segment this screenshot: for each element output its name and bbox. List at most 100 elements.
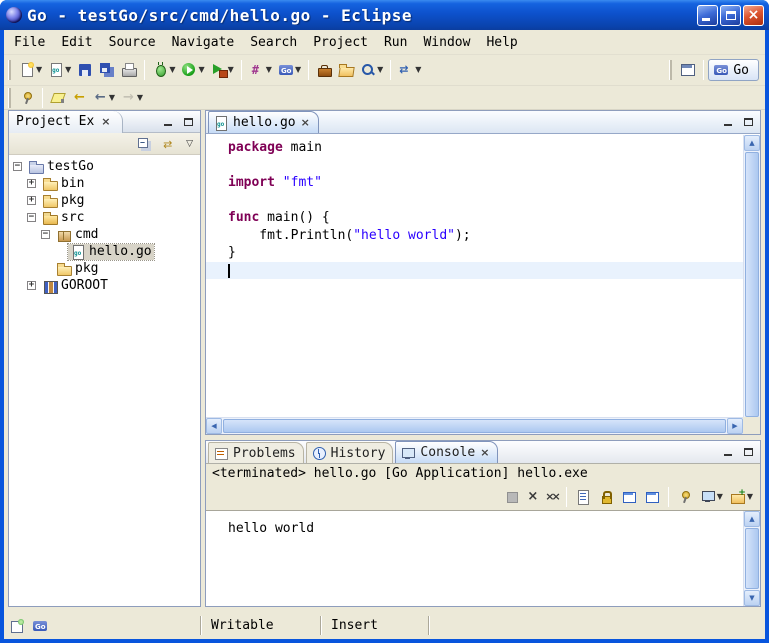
maximize-button[interactable] [720, 5, 741, 26]
go-perspective-button[interactable]: Go [708, 59, 759, 81]
minimize-editor-button[interactable] [719, 114, 737, 130]
menu-window[interactable]: Window [415, 32, 478, 53]
toolbar-grip[interactable] [8, 60, 11, 80]
tree-item-cmd[interactable]: −cmd [9, 226, 200, 243]
tree-item-src[interactable]: −src [9, 209, 200, 226]
last-edit-location-button[interactable]: ← [69, 88, 90, 108]
code-line[interactable]: import "fmt" [206, 174, 743, 192]
tab-history[interactable]: History [306, 442, 394, 463]
console-vertical-scrollbar[interactable]: ▲ ▼ [743, 511, 760, 606]
remove-all-terminated-button[interactable]: ×× [542, 488, 560, 506]
code-line[interactable]: func main() { [206, 209, 743, 227]
expand-toggle-icon[interactable]: + [27, 196, 36, 205]
link-with-editor-button[interactable] [158, 135, 180, 153]
save-all-button[interactable] [96, 58, 118, 82]
scroll-lock-button[interactable] [595, 488, 617, 506]
back-button[interactable]: ←▼ [90, 88, 118, 108]
minimize-button[interactable] [697, 5, 718, 26]
tree-item-goroot[interactable]: +GOROOT [9, 277, 200, 294]
tree-item-testgo[interactable]: −testGo [9, 158, 200, 175]
console-output-area[interactable]: hello world ▲ ▼ [206, 510, 760, 606]
menu-source[interactable]: Source [101, 32, 164, 53]
run-dropdown[interactable]: ▼ [178, 58, 207, 82]
collapse-all-button[interactable] [133, 135, 155, 153]
synchronize-dropdown[interactable]: ▼ [395, 58, 424, 82]
code-line[interactable]: fmt.Println("hello world"); [206, 227, 743, 245]
display-console-dropdown[interactable]: ▼ [697, 488, 726, 506]
show-console-stderr-button[interactable] [641, 488, 663, 506]
tab-problems[interactable]: Problems [208, 442, 304, 463]
view-menu-button[interactable]: ▽ [183, 135, 196, 153]
collapse-toggle-icon[interactable]: − [27, 213, 36, 222]
scrollbar-thumb[interactable] [745, 528, 759, 589]
code-line[interactable] [206, 157, 743, 175]
collapse-toggle-icon[interactable]: − [13, 162, 22, 171]
pin-console-button[interactable] [674, 488, 696, 506]
open-console-dropdown[interactable]: ▼ [727, 488, 756, 506]
search-dropdown[interactable]: ▼ [357, 58, 386, 82]
scrollbar-thumb[interactable] [745, 152, 759, 417]
forward-button[interactable]: →▼ [118, 88, 146, 108]
clear-console-button[interactable] [572, 488, 594, 506]
terminate-button[interactable] [501, 488, 523, 506]
code-line[interactable] [206, 192, 743, 210]
open-resource-button[interactable] [335, 58, 357, 82]
title-bar[interactable]: Go - testGo/src/cmd/hello.go - Eclipse × [0, 0, 769, 30]
mark-occurrences-button[interactable] [47, 88, 69, 108]
tree-item-pkg[interactable]: +pkg [9, 192, 200, 209]
tree-item-hello-go[interactable]: hello.go [9, 243, 200, 260]
menu-navigate[interactable]: Navigate [164, 32, 243, 53]
pin-editor-button[interactable] [16, 88, 38, 108]
new-go-package-dropdown[interactable]: ▼ [246, 58, 275, 82]
expand-toggle-icon[interactable]: + [27, 281, 36, 290]
menu-file[interactable]: File [6, 32, 53, 53]
maximize-editor-button[interactable] [739, 114, 757, 130]
scroll-up-button[interactable]: ▲ [744, 511, 760, 527]
scrollbar-thumb[interactable] [223, 419, 726, 433]
tree-item-pkg[interactable]: pkg [9, 260, 200, 277]
go-trim-icon[interactable] [32, 618, 48, 634]
scroll-right-button[interactable]: ▶ [727, 418, 743, 434]
close-tab-icon[interactable]: × [479, 446, 490, 459]
editor-area[interactable]: package main import "fmt" func main() { fm… [206, 135, 760, 434]
tab-console[interactable]: Console× [395, 441, 498, 463]
menu-edit[interactable]: Edit [53, 32, 100, 53]
new-go-element-dropdown[interactable]: ▼ [45, 58, 74, 82]
code-line-current[interactable] [206, 262, 743, 280]
code-line[interactable]: package main [206, 139, 743, 157]
editor-horizontal-scrollbar[interactable]: ◀ ▶ [206, 417, 743, 434]
code-line[interactable]: } [206, 244, 743, 262]
scroll-up-button[interactable]: ▲ [744, 135, 760, 151]
menu-search[interactable]: Search [242, 32, 305, 53]
tab-hello-go[interactable]: hello.go × [208, 111, 319, 133]
tab-project-explorer[interactable]: Project Ex × [9, 111, 123, 133]
perspective-grip[interactable] [669, 60, 672, 80]
scroll-left-button[interactable]: ◀ [206, 418, 222, 434]
scroll-down-button[interactable]: ▼ [744, 590, 760, 606]
show-console-stdout-button[interactable] [618, 488, 640, 506]
maximize-view-button[interactable] [179, 114, 197, 130]
go-build-dropdown[interactable]: ▼ [275, 58, 304, 82]
close-button[interactable]: × [743, 5, 764, 26]
close-view-icon[interactable]: × [100, 115, 111, 128]
editor-vertical-scrollbar[interactable]: ▲ ▼ [743, 135, 760, 434]
debug-dropdown[interactable]: ▼ [149, 58, 178, 82]
external-tools-dropdown[interactable]: ▼ [208, 58, 237, 82]
print-button[interactable] [118, 58, 140, 82]
minimize-console-button[interactable] [719, 444, 737, 460]
toolbar-grip[interactable] [8, 88, 11, 108]
code-text[interactable]: package main import "fmt" func main() { fm… [206, 135, 743, 417]
close-tab-icon[interactable]: × [300, 116, 311, 129]
remove-launch-button[interactable]: × [524, 488, 541, 506]
open-toolbox-button[interactable] [313, 58, 335, 82]
menu-project[interactable]: Project [305, 32, 376, 53]
minimize-view-button[interactable] [159, 114, 177, 130]
open-perspective-button[interactable] [677, 58, 699, 82]
menu-help[interactable]: Help [478, 32, 525, 53]
collapse-toggle-icon[interactable]: − [41, 230, 50, 239]
menu-run[interactable]: Run [376, 32, 415, 53]
expand-toggle-icon[interactable]: + [27, 179, 36, 188]
fast-view-icon[interactable] [10, 618, 26, 634]
save-button[interactable] [74, 58, 96, 82]
new-wizard-dropdown[interactable]: ▼ [16, 58, 45, 82]
